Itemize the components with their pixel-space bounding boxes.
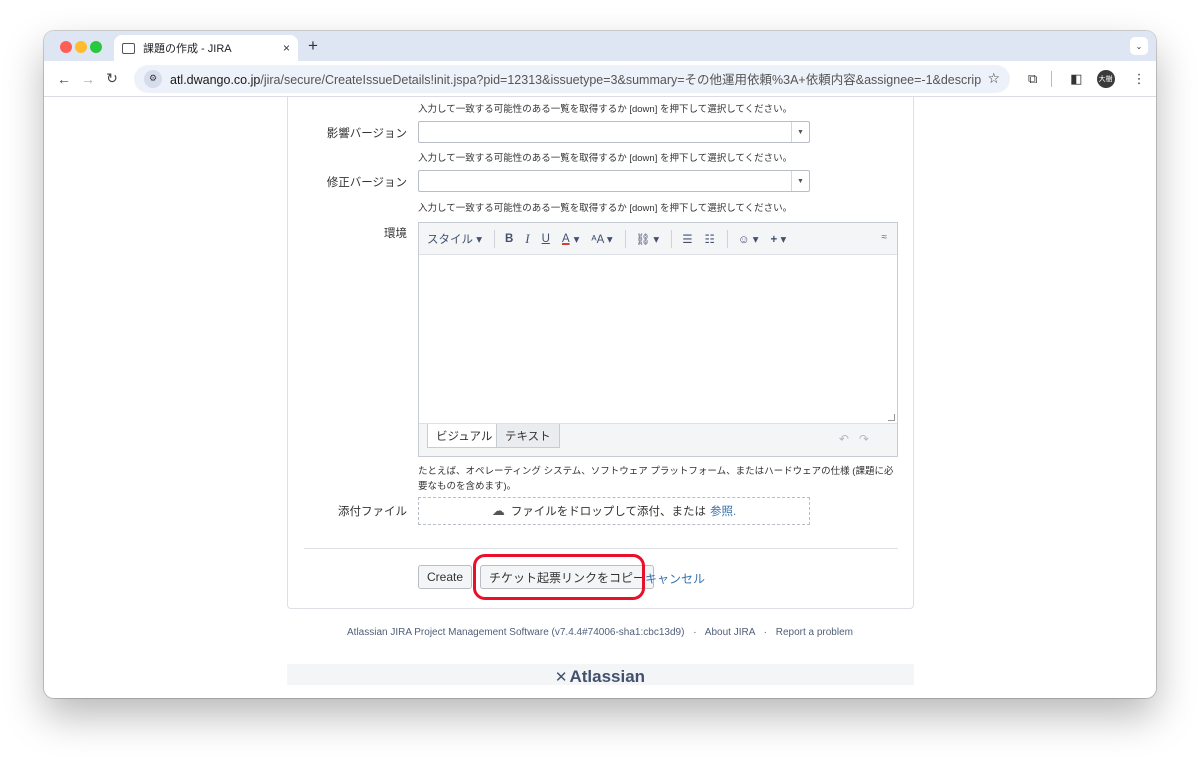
editor-text-area[interactable] [419,255,897,423]
underline-button[interactable]: U [542,233,550,245]
more-menu-icon[interactable]: ⋮ [1133,71,1146,87]
text-color-button[interactable]: A [562,233,570,245]
bookmark-star-icon[interactable]: ☆ [987,70,1000,87]
forward-arrow-icon[interactable]: → [76,71,100,87]
chevron-down-icon[interactable]: ▼ [791,171,809,191]
style-dropdown[interactable]: スタイル ▾ [427,231,482,247]
address-bar[interactable]: ⚙ atl.dwango.co.jp/jira/secure/CreateIss… [134,64,1010,93]
url-text[interactable]: atl.dwango.co.jp/jira/secure/CreateIssue… [170,69,981,88]
reload-icon[interactable]: ↻ [100,70,124,87]
tab-close-icon[interactable]: × [283,41,290,55]
affects-version-select[interactable]: ▼ [418,121,810,143]
fix-version-select[interactable]: ▼ [418,170,810,192]
fix-version-hint: 入力して一致する可能性のある一覧を取得するか [down] を押下して選択してく… [418,203,793,214]
font-size-dropdown[interactable]: ᴬA ▾ [591,232,612,246]
highlight-annotation [473,554,645,600]
toolbar-separator [671,229,673,248]
side-panel-icon[interactable]: ◧ [1070,71,1082,87]
software-version-text: Atlassian JIRA Project Management Softwa… [347,627,685,638]
browse-link[interactable]: 参照. [710,503,736,519]
browser-window: 課題の作成 - JIRA × + ⌄ ← → ↻ ⚙ atl.dwango.co… [44,31,1156,698]
affects-version-hint: 入力して一致する可能性のある一覧を取得するか [down] を押下して選択してく… [418,153,793,164]
fix-version-label: 修正バージョン [326,177,407,189]
toolbar-separator [493,229,495,248]
about-jira-link[interactable]: About JIRA [705,627,755,638]
dropzone-text: ファイルをドロップして添付、または [510,506,706,518]
cancel-link[interactable]: キャンセル [645,570,705,587]
environment-label: 環境 [384,228,407,240]
extensions-icon[interactable]: ⧉ [1028,71,1037,87]
toolbar-separator [726,229,728,248]
toolbar-divider [1051,70,1053,87]
link-dropdown[interactable]: ⛓ ▾ [636,232,660,246]
form-divider [304,548,898,549]
resize-grip-icon[interactable] [888,414,895,421]
attachment-label: 添付ファイル [338,506,407,518]
atlassian-logo[interactable]: ✕ Atlassian [44,667,1156,687]
italic-button[interactable]: I [525,231,529,247]
footer-separator: · [763,627,767,638]
affects-version-label: 影響バージョン [326,128,407,140]
component-hint: 入力して一致する可能性のある一覧を取得するか [down] を押下して選択してく… [418,104,793,115]
tab-search-button[interactable]: ⌄ [1130,37,1148,55]
toolbar-separator [624,229,626,248]
minimize-window-button[interactable] [75,41,87,53]
chevron-down-icon[interactable]: ▼ [791,122,809,142]
editor-mode-bar: ビジュアル テキスト ↶↷ [419,423,897,456]
collapse-toolbar-icon[interactable]: ≈ [882,232,888,243]
tab-title: 課題の作成 - JIRA [143,43,232,55]
text-color-caret[interactable]: ▾ [574,232,580,246]
profile-avatar[interactable]: 大樹 [1096,69,1115,88]
browser-toolbar: ← → ↻ ⚙ atl.dwango.co.jp/jira/secure/Cre… [44,61,1156,97]
page-viewport: 入力して一致する可能性のある一覧を取得するか [down] を押下して選択してく… [44,97,1156,698]
site-info-icon[interactable]: ⚙ [144,69,162,88]
tab-text[interactable]: テキスト [496,424,560,448]
attachment-dropzone[interactable]: ☁ ファイルをドロップして添付、または 参照. [418,497,810,525]
numbered-list-button[interactable]: ☷ [705,232,715,246]
new-tab-button[interactable]: + [308,36,318,56]
atlassian-mark-icon: ✕ [554,669,568,686]
undo-redo-icons[interactable]: ↶↷ [839,432,879,446]
footer-separator: · [693,627,697,638]
maximize-window-button[interactable] [90,41,102,53]
cloud-upload-icon: ☁ [491,503,505,518]
tab-visual[interactable]: ビジュアル [427,424,502,448]
bold-button[interactable]: B [505,233,513,245]
editor-toolbar: スタイル ▾ B I U A ▾ ᴬA ▾ ⛓ ▾ ☰ ☷ ☺ ▾ + ▾ ≈ [419,223,897,255]
insert-more-dropdown[interactable]: + ▾ [771,232,787,246]
jira-favicon-icon [122,42,135,54]
create-button[interactable]: Create [418,565,473,589]
page-footer: Atlassian JIRA Project Management Softwa… [44,627,1156,638]
browser-tab[interactable]: 課題の作成 - JIRA × [114,35,298,61]
tab-strip: 課題の作成 - JIRA × + ⌄ [44,31,1156,61]
create-issue-form: 入力して一致する可能性のある一覧を取得するか [down] を押下して選択してく… [287,97,914,609]
bullet-list-button[interactable]: ☰ [682,232,692,246]
emoticon-dropdown[interactable]: ☺ ▾ [738,232,759,246]
back-arrow-icon[interactable]: ← [52,71,76,87]
environment-editor: スタイル ▾ B I U A ▾ ᴬA ▾ ⛓ ▾ ☰ ☷ ☺ ▾ + ▾ ≈ … [418,222,898,457]
environment-hint: たとえば、オペレーティング システム、ソフトウェア プラットフォーム、またはハー… [418,466,894,492]
report-problem-link[interactable]: Report a problem [776,627,853,638]
close-window-button[interactable] [60,41,72,53]
